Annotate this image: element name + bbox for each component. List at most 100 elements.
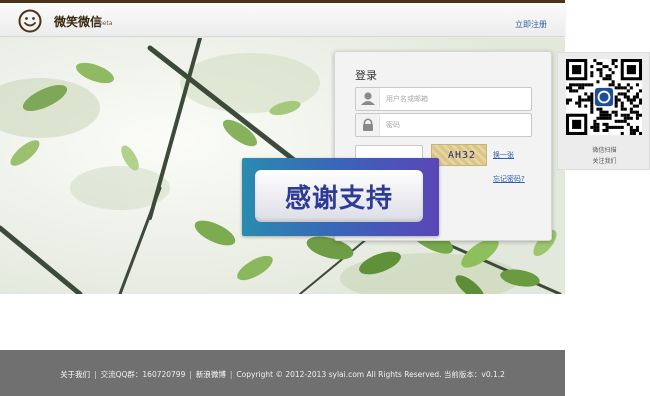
qr-module xyxy=(620,86,624,90)
qr-code-image xyxy=(566,59,642,135)
qr-module xyxy=(569,83,573,87)
qr-module xyxy=(632,131,636,135)
qr-module xyxy=(614,113,618,117)
qr-module xyxy=(614,95,618,99)
qr-module xyxy=(596,128,600,132)
qq-group-text: 交流QQ群：160720799 xyxy=(100,370,186,379)
qr-module xyxy=(578,95,582,99)
qr-module xyxy=(590,110,594,114)
qr-module xyxy=(596,80,600,84)
qr-module xyxy=(599,113,603,117)
qr-module xyxy=(635,113,639,117)
qr-module xyxy=(611,125,615,129)
qr-module xyxy=(566,101,570,105)
qr-module xyxy=(596,62,600,66)
refresh-captcha-link[interactable]: 换一张 xyxy=(493,150,514,160)
brand-name[interactable]: 微笑微信 xyxy=(54,13,102,30)
qr-module xyxy=(572,89,576,93)
qr-module xyxy=(629,125,633,129)
about-link[interactable]: 关于我们 xyxy=(60,370,90,379)
qr-module xyxy=(635,95,639,99)
qr-caption-follow: 关注我们 xyxy=(592,158,617,165)
footer-links: 关于我们 | 交流QQ群：160720799 | 新浪微博 | Copyright © 20… xyxy=(0,369,565,380)
qr-module xyxy=(587,95,591,99)
qr-module xyxy=(620,125,624,129)
weibo-link[interactable]: 新浪微博 xyxy=(196,370,226,379)
qr-module xyxy=(614,104,618,108)
qr-module xyxy=(611,59,615,63)
qr-module xyxy=(590,65,594,69)
qr-module xyxy=(617,98,621,102)
qr-module xyxy=(569,86,573,90)
qr-module xyxy=(578,98,582,102)
qr-module xyxy=(611,83,615,87)
qr-module xyxy=(587,83,591,87)
username-field[interactable] xyxy=(355,87,532,111)
qr-module xyxy=(593,119,597,123)
qr-module xyxy=(626,89,630,93)
qr-module xyxy=(614,110,618,114)
forgot-password-link[interactable]: 忘记密码? xyxy=(493,174,525,184)
qr-module xyxy=(620,119,624,123)
qr-module xyxy=(614,119,618,123)
qr-module xyxy=(566,86,570,90)
qr-module xyxy=(578,86,582,90)
qr-module xyxy=(620,113,624,117)
password-field[interactable] xyxy=(355,113,532,137)
qr-module xyxy=(590,104,594,108)
qr-module xyxy=(584,98,588,102)
captcha-image[interactable]: AH32 xyxy=(431,144,487,166)
qr-module xyxy=(608,74,612,78)
qr-module xyxy=(614,86,618,90)
qr-module xyxy=(605,65,609,69)
qr-module xyxy=(605,113,609,117)
qr-module xyxy=(593,125,597,129)
qr-module xyxy=(590,83,594,87)
qr-module xyxy=(590,71,594,75)
qr-module xyxy=(584,92,588,96)
username-input[interactable] xyxy=(386,92,526,106)
qr-module xyxy=(611,62,615,66)
qr-module xyxy=(608,116,612,120)
qr-module xyxy=(590,95,594,99)
qr-module xyxy=(575,83,579,87)
smiley-face-icon[interactable] xyxy=(18,9,42,33)
qr-module xyxy=(632,95,636,99)
password-input[interactable] xyxy=(386,118,526,132)
register-link[interactable]: 立即注册 xyxy=(515,19,547,30)
user-icon xyxy=(356,88,380,110)
qr-module xyxy=(605,77,609,81)
qr-module xyxy=(623,95,627,99)
qr-module xyxy=(605,128,609,132)
qr-module xyxy=(620,92,624,96)
qr-module xyxy=(626,113,630,117)
qr-module xyxy=(614,101,618,105)
qr-module xyxy=(608,125,612,129)
qr-module xyxy=(620,104,624,108)
qr-module xyxy=(629,98,633,102)
header: 微笑微信 beta 立即注册 xyxy=(0,3,565,37)
qr-module xyxy=(638,89,642,93)
qr-module xyxy=(599,110,603,114)
qr-module xyxy=(635,125,639,129)
qr-module xyxy=(605,125,609,129)
qr-module xyxy=(638,98,642,102)
qr-module xyxy=(599,68,603,72)
qr-module xyxy=(596,125,600,129)
qr-module xyxy=(575,89,579,93)
qr-module xyxy=(593,59,597,63)
qr-module xyxy=(626,98,630,102)
qr-module xyxy=(632,128,636,132)
qr-module xyxy=(614,125,618,129)
beta-tag: beta xyxy=(99,20,113,27)
qr-module xyxy=(605,74,609,78)
qr-module xyxy=(599,62,603,66)
qr-module xyxy=(569,89,573,93)
qr-module xyxy=(617,92,621,96)
qr-module xyxy=(629,131,633,135)
qr-module xyxy=(605,122,609,126)
qr-module xyxy=(623,92,627,96)
qr-module xyxy=(566,98,570,102)
qr-module xyxy=(620,107,624,111)
qr-module xyxy=(590,107,594,111)
